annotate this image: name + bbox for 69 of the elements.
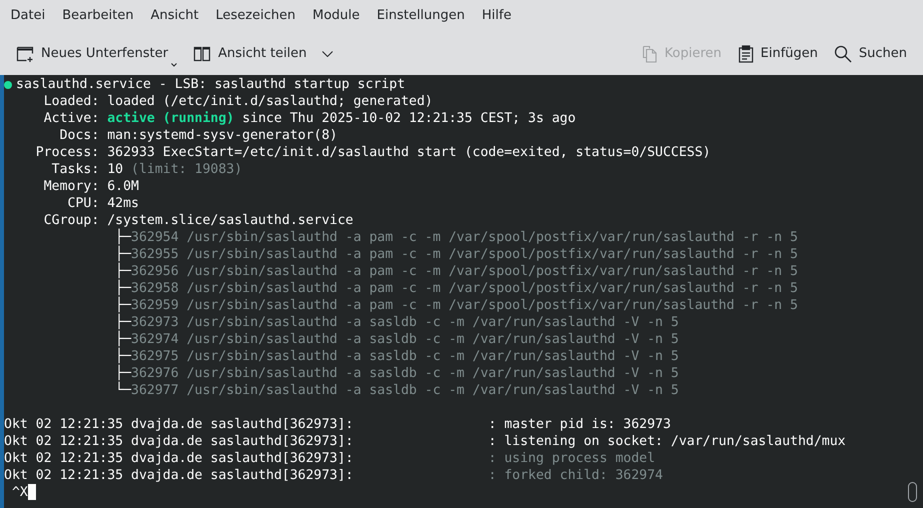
menu-item[interactable]: Hilfe: [473, 0, 520, 32]
terminal-text: ├─: [115, 246, 132, 262]
chevron-down-icon: [322, 50, 333, 56]
terminal-text: 362974 /usr/sbin/saslauthd -a sasldb -c -m /var/run/saslauthd -V -n 5: [131, 332, 679, 348]
terminal-text: Okt 02 12:21:35 dvajda.de saslauthd[362973]:: [4, 450, 354, 467]
terminal-text: Okt 02 12:21:35 dvajda.de saslauthd[362973]:: [4, 433, 354, 450]
terminal-text: loaded (/etc/init.d/saslauthd; generated): [107, 93, 433, 110]
toolbar-button[interactable]: Einfügen: [730, 40, 826, 68]
terminal-text: 362955 /usr/sbin/saslauthd -a pam -c -m /var/spool/postfix/var/run/saslauthd -r -n 5: [131, 247, 798, 262]
terminal-text: └─: [115, 382, 132, 399]
terminal-text: Tasks:: [50, 161, 100, 178]
terminal-text: since Thu 2025-10-02 12:21:35 CEST; 3s ago: [241, 110, 576, 127]
terminal-text: 362958 /usr/sbin/saslauthd -a pam -c -m /var/spool/postfix/var/run/saslauthd -r -n 5: [131, 281, 798, 296]
terminal-text: Active:: [42, 110, 100, 127]
clipboard-icon: [738, 44, 754, 62]
terminal-text: Docs:: [58, 127, 100, 144]
terminal-text: Okt 02 12:21:35 dvajda.de saslauthd[362973]:: [4, 467, 354, 484]
terminal-text: Okt 02 12:21:35 dvajda.de saslauthd[362973]:: [4, 416, 354, 433]
text-cursor: [28, 484, 36, 500]
terminal-text: Loaded:: [42, 93, 100, 110]
terminal-text: 362976 /usr/sbin/saslauthd -a sasldb -c -m /var/run/saslauthd -V -n 5: [131, 366, 679, 382]
terminal-text: ├─: [115, 331, 132, 348]
new-tab-icon: [16, 44, 34, 62]
terminal-text: CPU:: [66, 195, 100, 212]
scrollbar-handle[interactable]: [908, 482, 917, 502]
terminal-text: 362956 /usr/sbin/saslauthd -a pam -c -m /var/spool/postfix/var/run/saslauthd -r -n 5: [131, 264, 798, 280]
terminal-text: ├─: [115, 263, 132, 280]
caret-icon: [171, 63, 178, 68]
copy-icon: [642, 44, 658, 62]
terminal-text: ├─: [115, 348, 132, 364]
terminal-text: saslauthd.service - LSB: saslauthd startup script: [16, 76, 406, 93]
toolbar-button[interactable]: Neues Unterfenster: [8, 40, 186, 68]
terminal-text: ├─: [115, 314, 132, 330]
menu-item[interactable]: Datei: [2, 0, 54, 32]
search-icon: [834, 44, 852, 62]
terminal-text: ├─: [115, 365, 132, 382]
terminal-text: ├─: [115, 229, 132, 246]
terminal-text: 362933 ExecStart=/etc/init.d/saslauthd start (code=exited, status=0/SUCCESS): [107, 144, 711, 161]
terminal-text: : master pid is: 362973: [488, 416, 671, 433]
toolbar-button[interactable]: Ansicht teilen: [185, 40, 341, 68]
menu-item[interactable]: Einstellungen: [368, 0, 474, 32]
terminal-text: Process:: [34, 144, 100, 161]
terminal-text: 362977 /usr/sbin/saslauthd -a sasldb -c -m /var/run/saslauthd -V -n 5: [131, 383, 679, 399]
menu-item[interactable]: Lesezeichen: [207, 0, 304, 32]
terminal-text: : using process model: [488, 450, 656, 467]
terminal-text: 362954 /usr/sbin/saslauthd -a pam -c -m /var/spool/postfix/var/run/saslauthd -r -n 5: [131, 230, 798, 246]
terminal-text: 6.0M: [107, 178, 139, 195]
terminal-text: CGroup:: [42, 212, 100, 229]
terminal-text: /system.slice/saslauthd.service: [107, 212, 354, 228]
terminal-text: 10: [107, 161, 124, 178]
terminal-text: active (running): [107, 110, 234, 127]
terminal-text: Memory:: [42, 178, 100, 195]
toolbar-button[interactable]: Suchen: [826, 40, 915, 68]
menu-item[interactable]: Module: [304, 0, 368, 32]
menu-item[interactable]: Bearbeiten: [54, 0, 142, 32]
terminal-text: : forked child: 362974: [488, 467, 663, 484]
terminal-text: ├─: [115, 280, 132, 296]
terminal-text: ^X: [12, 484, 28, 501]
terminal-text: : listening on socket: /var/run/saslauthd/mux: [488, 433, 846, 450]
terminal-text: 362973 /usr/sbin/saslauthd -a sasldb -c -m /var/run/saslauthd -V -n 5: [131, 315, 679, 330]
status-dot: [4, 81, 12, 89]
terminal-text: (limit: 19083): [130, 161, 242, 178]
terminal-text: 362975 /usr/sbin/saslauthd -a sasldb -c -m /var/run/saslauthd -V -n 5: [131, 349, 679, 364]
terminal-text: 362959 /usr/sbin/saslauthd -a pam -c -m /var/spool/postfix/var/run/saslauthd -r -n 5: [131, 298, 798, 314]
terminal-text: ├─: [115, 297, 132, 314]
terminal-text: 42ms: [107, 195, 139, 212]
terminal-text: man:systemd-sysv-generator(8): [107, 127, 338, 144]
menu-item[interactable]: Ansicht: [142, 0, 208, 32]
split-view-icon: [193, 44, 212, 62]
